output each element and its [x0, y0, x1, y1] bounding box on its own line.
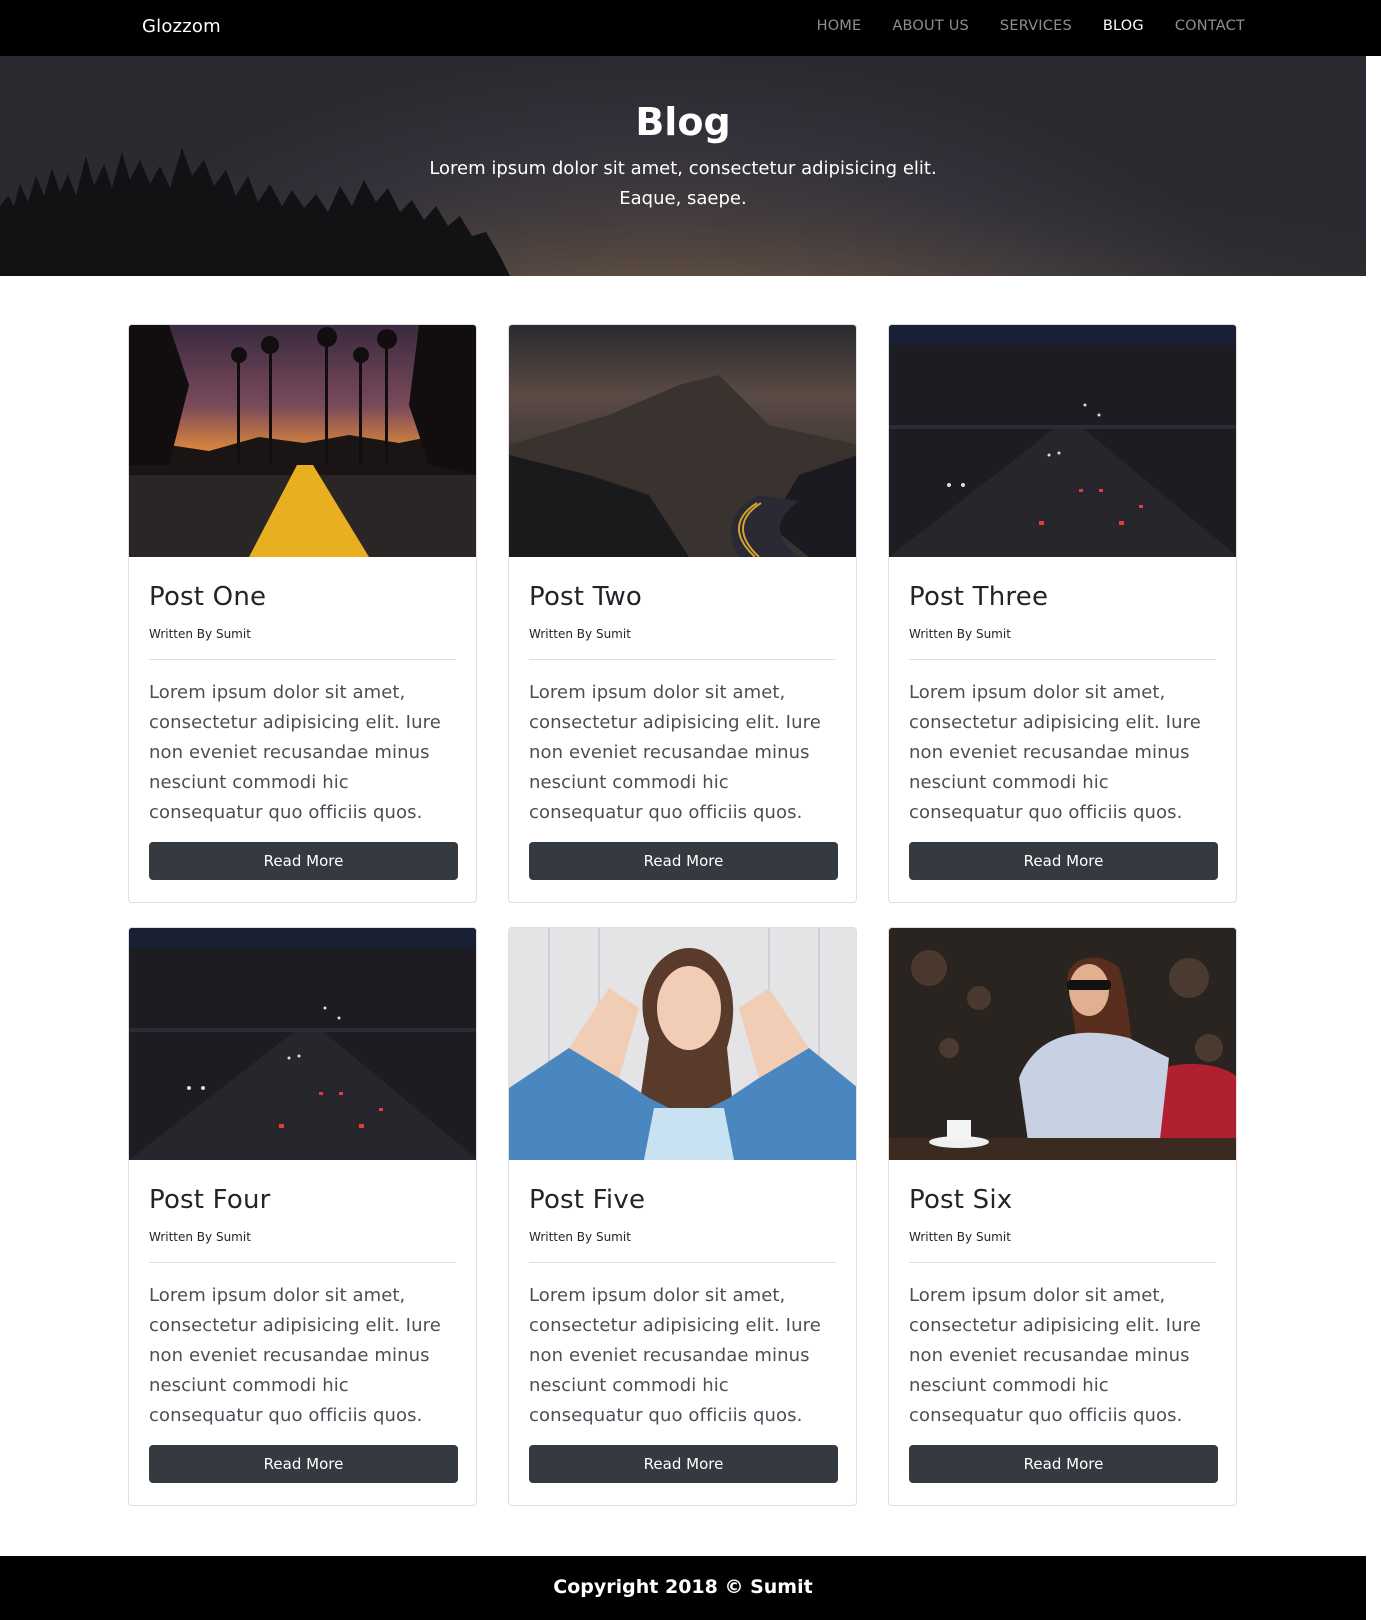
hero-banner: Blog Lorem ipsum dolor sit amet, consect… [0, 56, 1366, 276]
nav-menu: HOME ABOUT US SERVICES BLOG CONTACT [786, 18, 1245, 34]
read-more-button[interactable]: Read More [529, 842, 838, 880]
nav-link-about-us[interactable]: ABOUT US [892, 18, 969, 34]
post-excerpt: Lorem ipsum dolor sit amet, consectetur … [909, 682, 1201, 823]
post-card-body: Post Six Written By Sumit Lorem ipsum do… [889, 1160, 1236, 1503]
post-card: Post Two Written By Sumit Lorem ipsum do… [508, 324, 857, 903]
post-card-body: Post Two Written By Sumit Lorem ipsum do… [509, 557, 856, 900]
post-title[interactable]: Post Three [909, 581, 1216, 613]
post-image-mountain-road[interactable] [509, 325, 856, 557]
post-excerpt: Lorem ipsum dolor sit amet, consectetur … [529, 1285, 821, 1426]
copyright-text: Copyright 2018 © Sumit [553, 1576, 813, 1598]
hero-title: Blog [635, 100, 731, 144]
read-more-button[interactable]: Read More [909, 1445, 1218, 1483]
post-excerpt: Lorem ipsum dolor sit amet, consectetur … [149, 682, 441, 823]
post-excerpt: Lorem ipsum dolor sit amet, consectetur … [149, 1285, 441, 1426]
divider [529, 1262, 836, 1263]
post-image-sunset-road[interactable] [129, 325, 476, 557]
post-author: Written By Sumit [529, 627, 631, 641]
read-more-button[interactable]: Read More [149, 1445, 458, 1483]
nav-link-blog[interactable]: BLOG [1103, 18, 1144, 34]
nav-link-contact[interactable]: CONTACT [1175, 18, 1245, 34]
post-excerpt: Lorem ipsum dolor sit amet, consectetur … [529, 682, 821, 823]
post-title[interactable]: Post Five [529, 1184, 836, 1216]
divider [909, 659, 1216, 660]
post-title[interactable]: Post Four [149, 1184, 456, 1216]
brand-logo[interactable]: Glozzom [142, 16, 221, 37]
nav-link-home[interactable]: HOME [817, 18, 862, 34]
post-excerpt: Lorem ipsum dolor sit amet, consectetur … [909, 1285, 1201, 1426]
post-title[interactable]: Post One [149, 581, 456, 613]
divider [149, 1262, 456, 1263]
nav-link-services[interactable]: SERVICES [1000, 18, 1072, 34]
post-card: Post One Written By Sumit Lorem ipsum do… [128, 324, 477, 903]
post-author: Written By Sumit [529, 1230, 631, 1244]
post-author: Written By Sumit [149, 1230, 251, 1244]
post-author: Written By Sumit [149, 627, 251, 641]
footer: Copyright 2018 © Sumit [0, 1556, 1366, 1620]
post-card-body: Post Four Written By Sumit Lorem ipsum d… [129, 1160, 476, 1503]
divider [529, 659, 836, 660]
post-image-city-traffic[interactable] [129, 928, 476, 1160]
blog-posts-grid: Post One Written By Sumit Lorem ipsum do… [128, 324, 1238, 1506]
post-card: Post Six Written By Sumit Lorem ipsum do… [888, 927, 1237, 1506]
post-card: Post Four Written By Sumit Lorem ipsum d… [128, 927, 477, 1506]
post-author: Written By Sumit [909, 1230, 1011, 1244]
post-image-woman-cafe[interactable] [889, 928, 1236, 1160]
hero-subtitle: Lorem ipsum dolor sit amet, consectetur … [429, 158, 937, 209]
post-title[interactable]: Post Two [529, 581, 836, 613]
post-image-city-traffic[interactable] [889, 325, 1236, 557]
post-card: Post Five Written By Sumit Lorem ipsum d… [508, 927, 857, 1506]
read-more-button[interactable]: Read More [909, 842, 1218, 880]
post-card: Post Three Written By Sumit Lorem ipsum … [888, 324, 1237, 903]
read-more-button[interactable]: Read More [149, 842, 458, 880]
divider [149, 659, 456, 660]
post-image-woman-portrait[interactable] [509, 928, 856, 1160]
divider [909, 1262, 1216, 1263]
post-card-body: Post Five Written By Sumit Lorem ipsum d… [509, 1160, 856, 1503]
read-more-button[interactable]: Read More [529, 1445, 838, 1483]
post-card-body: Post One Written By Sumit Lorem ipsum do… [129, 557, 476, 900]
post-author: Written By Sumit [909, 627, 1011, 641]
navbar: Glozzom HOME ABOUT US SERVICES BLOG CONT… [0, 0, 1381, 56]
post-title[interactable]: Post Six [909, 1184, 1216, 1216]
post-card-body: Post Three Written By Sumit Lorem ipsum … [889, 557, 1236, 900]
